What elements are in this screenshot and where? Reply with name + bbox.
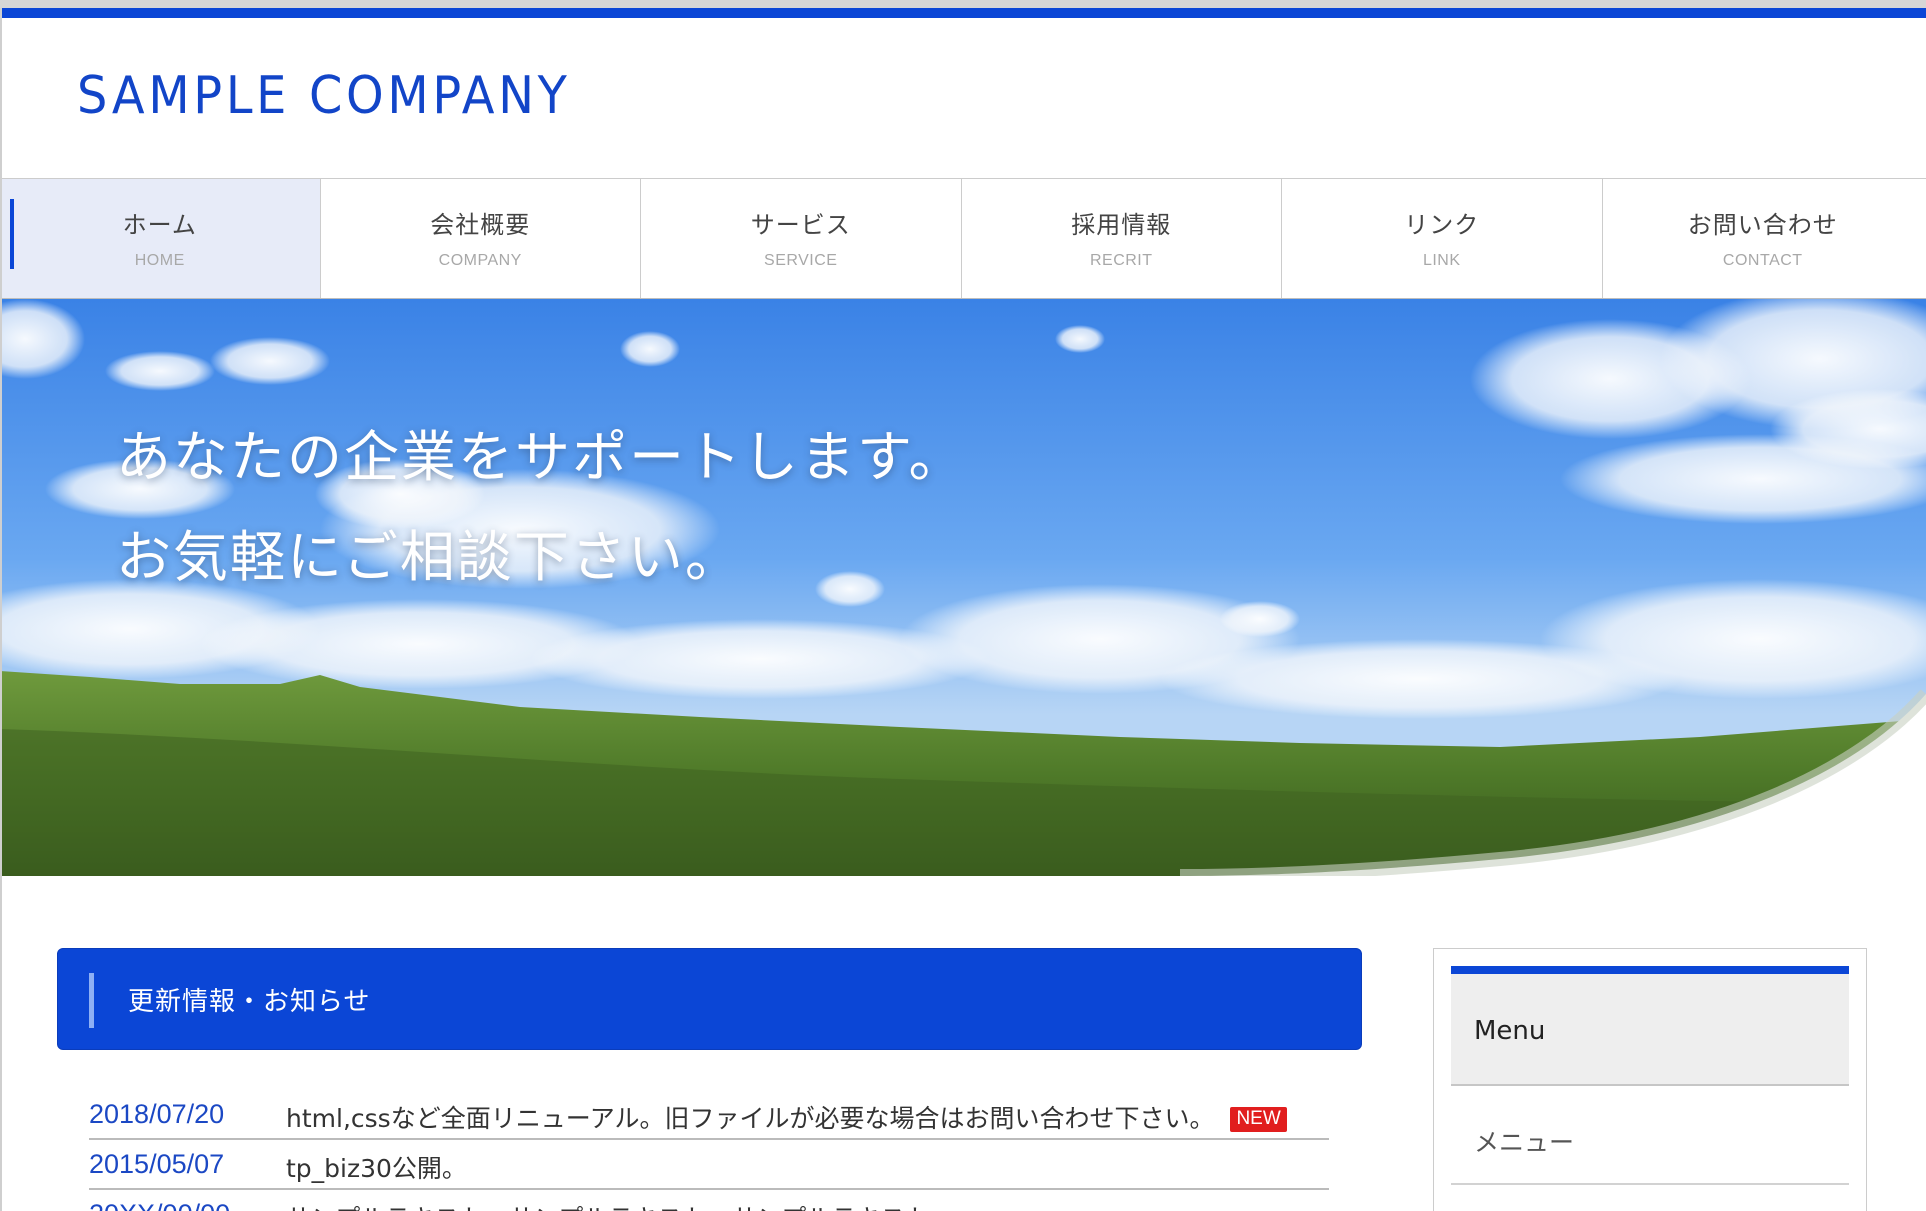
nav-item-label: サービス bbox=[750, 211, 851, 239]
nav-item-label: リンク bbox=[1404, 211, 1480, 239]
page: SAMPLE COMPANY ホーム HOME 会社概要 COMPANY サービ… bbox=[0, 0, 1926, 1211]
nav-item-contact[interactable]: お問い合わせ CONTACT bbox=[1603, 179, 1924, 298]
news-heading: 更新情報・お知らせ bbox=[128, 987, 371, 1017]
nav-item-sublabel: CONTACT bbox=[1722, 252, 1803, 269]
news-heading-bar: 更新情報・お知らせ bbox=[57, 948, 1362, 1050]
sidebar-menu-title: Menu bbox=[1451, 974, 1849, 1086]
hero-banner: あなたの企業をサポートします。 お気軽にご相談下さい。 bbox=[0, 299, 1926, 876]
news-date: 2018/07/20 bbox=[89, 1099, 225, 1129]
nav-item-company[interactable]: 会社概要 COMPANY bbox=[321, 179, 641, 298]
nav-item-sublabel: HOME bbox=[134, 252, 185, 269]
window-top-edge bbox=[0, 0, 1926, 8]
new-badge: NEW bbox=[1230, 1107, 1287, 1132]
global-nav: ホーム HOME 会社概要 COMPANY サービス SERVICE 採用情報 … bbox=[0, 178, 1926, 299]
nav-item-label: ホーム bbox=[122, 211, 197, 239]
hero-line-2: お気軽にご相談下さい。 bbox=[116, 525, 742, 589]
news-text: html,cssなど全面リニューアル。旧ファイルが必要な場合はお問い合わせ下さい… bbox=[286, 1099, 1287, 1135]
nav-item-sublabel: LINK bbox=[1422, 252, 1461, 269]
nav-item-sublabel: SERVICE bbox=[764, 252, 838, 269]
nav-item-label: 会社概要 bbox=[430, 211, 531, 239]
hero-catchcopy: あなたの企業をサポートします。 お気軽にご相談下さい。 bbox=[116, 407, 966, 607]
site-header: SAMPLE COMPANY bbox=[0, 18, 1926, 178]
nav-item-sublabel: RECRIT bbox=[1089, 252, 1153, 269]
top-accent-bar bbox=[0, 8, 1926, 18]
news-date: 20XX/00/00 bbox=[89, 1199, 230, 1211]
news-text: tp_biz30公開。 bbox=[286, 1154, 467, 1183]
sidebar-accent-bar bbox=[1451, 966, 1849, 974]
sidebar: Menu メニュー bbox=[1433, 948, 1867, 1211]
site-logo[interactable]: SAMPLE COMPANY bbox=[77, 67, 571, 125]
news-date: 2015/05/07 bbox=[89, 1149, 225, 1179]
left-frame-edge bbox=[0, 8, 2, 1211]
news-item: 2018/07/20 html,cssなど全面リニューアル。旧ファイルが必要な場… bbox=[89, 1090, 1329, 1140]
news-text: サンプルテキスト。サンプルテキスト。サンプルテキスト。 bbox=[286, 1199, 955, 1211]
nav-item-service[interactable]: サービス SERVICE bbox=[641, 179, 962, 298]
nav-item-label: 採用情報 bbox=[1071, 211, 1172, 239]
news-item: 2015/05/07 tp_biz30公開。 bbox=[89, 1140, 1329, 1190]
news-item: 20XX/00/00 サンプルテキスト。サンプルテキスト。サンプルテキスト。 bbox=[89, 1190, 1329, 1211]
nav-item-link[interactable]: リンク LINK bbox=[1282, 179, 1603, 298]
nav-item-recruit[interactable]: 採用情報 RECRIT bbox=[962, 179, 1282, 298]
nav-item-sublabel: COMPANY bbox=[438, 252, 522, 269]
nav-item-home[interactable]: ホーム HOME bbox=[0, 179, 321, 298]
news-list: 2018/07/20 html,cssなど全面リニューアル。旧ファイルが必要な場… bbox=[89, 1090, 1329, 1211]
news-text-content: html,cssなど全面リニューアル。旧ファイルが必要な場合はお問い合わせ下さい… bbox=[286, 1104, 1215, 1133]
hero-line-1: あなたの企業をサポートします。 bbox=[116, 425, 966, 489]
nav-item-label: お問い合わせ bbox=[1687, 211, 1838, 239]
sidebar-menu-item[interactable]: メニュー bbox=[1451, 1087, 1849, 1185]
